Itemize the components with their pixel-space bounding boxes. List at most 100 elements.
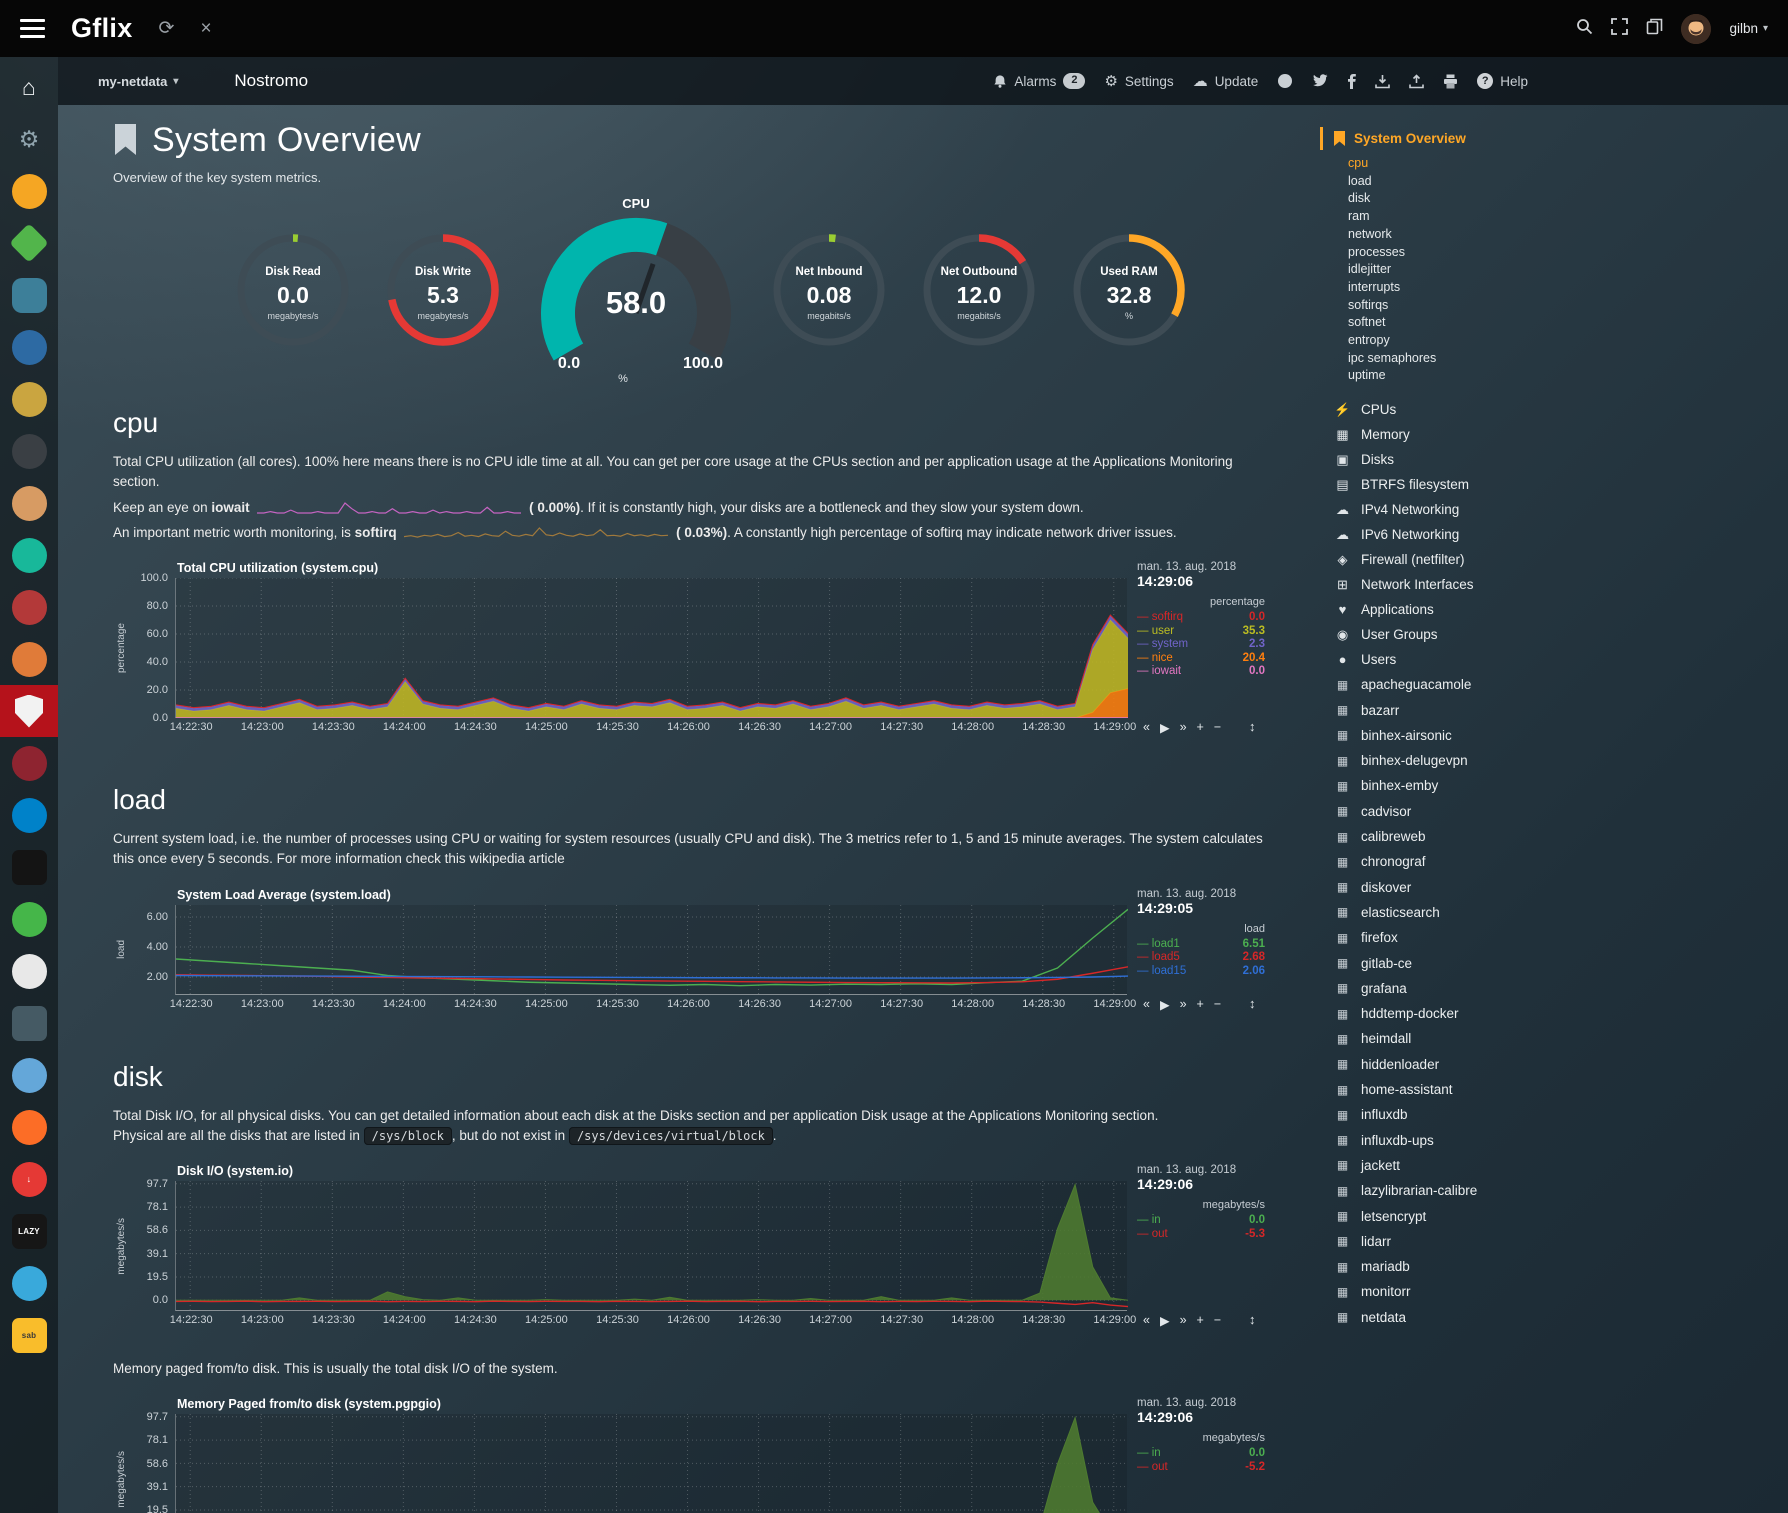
app-icon-17[interactable] [0, 997, 58, 1049]
legend-item-load1[interactable]: — load16.51 [1137, 938, 1265, 952]
pages-icon[interactable] [1646, 18, 1663, 40]
legend-item-system[interactable]: — system2.3 [1137, 638, 1265, 652]
legend-item-load5[interactable]: — load52.68 [1137, 951, 1265, 965]
nav-item-cpu[interactable]: cpu [1348, 155, 1620, 173]
update-button[interactable]: ☁Update [1193, 74, 1259, 89]
pan-left-icon[interactable]: « [1143, 720, 1150, 735]
nav-app-jackett[interactable]: ▦jackett [1320, 1153, 1620, 1178]
app-icon-15[interactable] [0, 893, 58, 945]
zoom-in-icon[interactable]: + [1197, 720, 1204, 735]
zoom-out-icon[interactable]: − [1214, 720, 1221, 735]
app-icon-3[interactable] [0, 269, 58, 321]
nav-app-cadvisor[interactable]: ▦cadvisor [1320, 799, 1620, 824]
app-icon-9[interactable] [0, 581, 58, 633]
nav-app-calibreweb[interactable]: ▦calibreweb [1320, 824, 1620, 849]
facebook-button[interactable] [1347, 74, 1356, 89]
nav-app-monitorr[interactable]: ▦monitorr [1320, 1279, 1620, 1304]
load-chart[interactable]: System Load Average (system.load)load6.0… [113, 888, 1265, 1015]
nav-app-firefox[interactable]: ▦firefox [1320, 925, 1620, 950]
app-icon-18[interactable] [0, 1049, 58, 1101]
nav-app-binhex-emby[interactable]: ▦binhex-emby [1320, 773, 1620, 798]
nav-app-influxdb-ups[interactable]: ▦influxdb-ups [1320, 1127, 1620, 1152]
nav-item-disk[interactable]: disk [1348, 190, 1620, 208]
app-icon-6[interactable] [0, 425, 58, 477]
close-icon[interactable]: × [200, 19, 211, 38]
play-icon[interactable]: ▶ [1160, 997, 1170, 1012]
disk-read-gauge[interactable]: Disk Read0.0megabytes/s [231, 228, 355, 357]
chart-toolbar[interactable]: «▶»+− [1143, 720, 1221, 735]
help-button[interactable]: ?Help [1477, 73, 1528, 89]
nav-app-lazylibrarian-calibre[interactable]: ▦lazylibrarian-calibre [1320, 1178, 1620, 1203]
nav-section-btrfs-filesystem[interactable]: ▤BTRFS filesystem [1320, 472, 1620, 497]
nav-item-network[interactable]: network [1348, 226, 1620, 244]
nav-app-hddtemp-docker[interactable]: ▦hddtemp-docker [1320, 1001, 1620, 1026]
nav-app-mariadb[interactable]: ▦mariadb [1320, 1254, 1620, 1279]
chart-plot[interactable] [175, 1414, 1127, 1513]
nav-app-heimdall[interactable]: ▦heimdall [1320, 1026, 1620, 1051]
user-menu[interactable]: gilbn▾ [1729, 21, 1768, 36]
chart-plot[interactable] [175, 905, 1127, 995]
nav-app-binhex-airsonic[interactable]: ▦binhex-airsonic [1320, 723, 1620, 748]
nav-item-entropy[interactable]: entropy [1348, 332, 1620, 350]
nav-section-user-groups[interactable]: ◉User Groups [1320, 622, 1620, 647]
nav-app-elasticsearch[interactable]: ▦elasticsearch [1320, 900, 1620, 925]
nav-app-grafana[interactable]: ▦grafana [1320, 976, 1620, 1001]
legend-item-user[interactable]: — user35.3 [1137, 625, 1265, 639]
app-icon-4[interactable] [0, 321, 58, 373]
app-icon-13[interactable] [0, 789, 58, 841]
legend-item-in[interactable]: — in0.0 [1137, 1447, 1265, 1461]
nav-section-firewall-netfilter-[interactable]: ◈Firewall (netfilter) [1320, 547, 1620, 572]
used-ram-gauge[interactable]: Used RAM32.8% [1067, 228, 1191, 357]
nav-item-softnet[interactable]: softnet [1348, 314, 1620, 332]
settings-button[interactable]: ⚙Settings [1104, 74, 1173, 89]
zoom-out-icon[interactable]: − [1214, 997, 1221, 1012]
nav-item-interrupts[interactable]: interrupts [1348, 279, 1620, 297]
legend-item-out[interactable]: — out-5.2 [1137, 1461, 1265, 1475]
nav-section-memory[interactable]: ▦Memory [1320, 422, 1620, 447]
zoom-out-icon[interactable]: − [1214, 1313, 1221, 1328]
export-button[interactable] [1375, 74, 1390, 89]
nav-item-ram[interactable]: ram [1348, 208, 1620, 226]
cpu-chart[interactable]: Total CPU utilization (system.cpu)percen… [113, 561, 1265, 738]
app-icon-14[interactable] [0, 841, 58, 893]
legend-item-in[interactable]: — in0.0 [1137, 1214, 1265, 1228]
nav-app-binhex-delugevpn[interactable]: ▦binhex-delugevpn [1320, 748, 1620, 773]
import-button[interactable] [1409, 74, 1424, 89]
legend-item-nice[interactable]: — nice20.4 [1137, 652, 1265, 666]
chart-resize-handle[interactable]: ↕ [1249, 996, 1256, 1011]
nav-app-netdata[interactable]: ▦netdata [1320, 1305, 1620, 1330]
net-inbound-gauge[interactable]: Net Inbound0.08megabits/s [767, 228, 891, 357]
nav-item-softirqs[interactable]: softirqs [1348, 297, 1620, 315]
nav-app-influxdb[interactable]: ▦influxdb [1320, 1102, 1620, 1127]
app-icon-7[interactable] [0, 477, 58, 529]
nav-item-uptime[interactable]: uptime [1348, 367, 1620, 385]
nav-section-cpus[interactable]: ⚡CPUs [1320, 397, 1620, 422]
nav-section-ipv4-networking[interactable]: ☁IPv4 Networking [1320, 497, 1620, 522]
alarms-button[interactable]: Alarms 2 [993, 73, 1085, 89]
disk-io-chart[interactable]: Disk I/O (system.io)megabytes/s97.778.15… [113, 1164, 1265, 1331]
zoom-in-icon[interactable]: + [1197, 997, 1204, 1012]
zoom-in-icon[interactable]: + [1197, 1313, 1204, 1328]
legend-item-load15[interactable]: — load152.06 [1137, 965, 1265, 979]
memory-paged-chart[interactable]: Memory Paged from/to disk (system.pgpgio… [113, 1397, 1265, 1513]
app-icon-22[interactable] [0, 1257, 58, 1309]
twitter-button[interactable] [1312, 74, 1328, 88]
pan-right-icon[interactable]: » [1180, 997, 1187, 1012]
print-button[interactable] [1443, 74, 1458, 89]
chart-plot[interactable] [175, 578, 1127, 718]
nav-app-chronograf[interactable]: ▦chronograf [1320, 849, 1620, 874]
app-icon-12[interactable] [0, 737, 58, 789]
pan-right-icon[interactable]: » [1180, 1313, 1187, 1328]
nav-item-idlejitter[interactable]: idlejitter [1348, 261, 1620, 279]
home-icon[interactable]: ⌂ [0, 61, 58, 113]
disk-write-gauge[interactable]: Disk Write5.3megabytes/s [381, 228, 505, 357]
legend-item-softirq[interactable]: — softirq0.0 [1137, 611, 1265, 625]
app-icon-19[interactable] [0, 1101, 58, 1153]
pan-left-icon[interactable]: « [1143, 997, 1150, 1012]
nav-section-applications[interactable]: ♥Applications [1320, 597, 1620, 622]
nav-section-users[interactable]: ●Users [1320, 647, 1620, 672]
menu-icon[interactable] [20, 19, 45, 38]
github-button[interactable] [1277, 73, 1293, 89]
play-icon[interactable]: ▶ [1160, 1313, 1170, 1328]
app-icon-8[interactable] [0, 529, 58, 581]
